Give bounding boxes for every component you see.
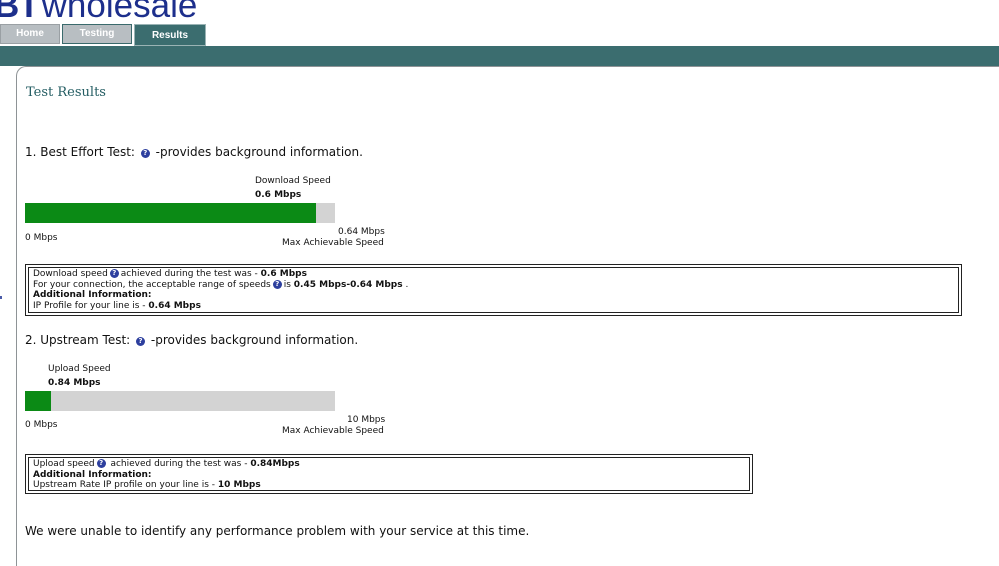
logo-wholesale: wholesale bbox=[41, 0, 198, 25]
tab-testing[interactable]: Testing bbox=[62, 24, 132, 44]
header-bar bbox=[0, 46, 999, 66]
download-info-line-1: Download speed? achieved during the test … bbox=[33, 269, 954, 280]
upload-min-label: 0 Mbps bbox=[25, 420, 58, 430]
download-max-caption: Max Achievable Speed bbox=[282, 238, 384, 248]
upload-info-line-1-mid: achieved during the test was - bbox=[107, 459, 251, 469]
upload-speed-gauge bbox=[25, 391, 335, 411]
download-info-line-3: Additional Information: bbox=[33, 290, 954, 301]
help-icon[interactable]: ? bbox=[272, 279, 282, 289]
upstream-help-text: -provides background information. bbox=[150, 333, 359, 347]
download-info-line-2-end: . bbox=[402, 279, 409, 290]
upload-info-content: Upload speed? achieved during the test w… bbox=[28, 457, 750, 491]
best-effort-heading: 1. Best Effort Test: ? -provides backgro… bbox=[25, 145, 363, 159]
download-speed-value: 0.6 Mbps bbox=[255, 190, 302, 200]
upload-speed-gauge-fill bbox=[25, 391, 51, 411]
best-effort-help-text: -provides background information. bbox=[155, 145, 363, 159]
download-info-line-4-prefix: IP Profile for your line is - bbox=[33, 300, 149, 311]
upload-speed-label: Upload Speed bbox=[48, 364, 111, 374]
logo-bt: BT bbox=[0, 0, 40, 25]
help-icon[interactable]: ? bbox=[140, 149, 150, 158]
best-effort-heading-text: 1. Best Effort Test: bbox=[25, 145, 135, 159]
download-info-line-1-mid: achieved during the test was - bbox=[120, 269, 261, 279]
tab-results[interactable]: Results bbox=[134, 24, 206, 46]
upstream-heading: 2. Upstream Test: ? -provides background… bbox=[25, 333, 358, 347]
upload-info-line-3-prefix: Upstream Rate IP profile on your line is… bbox=[33, 480, 218, 490]
download-max-value: 0.64 Mbps bbox=[338, 227, 385, 237]
bt-wholesale-logo: BTwholesale bbox=[0, 0, 197, 24]
ip-profile-value: 0.64 Mbps bbox=[148, 300, 201, 311]
help-icon[interactable]: ? bbox=[136, 337, 146, 346]
side-marker bbox=[0, 296, 2, 299]
upload-max-value: 10 Mbps bbox=[347, 415, 386, 425]
download-achieved-value: 0.6 Mbps bbox=[260, 269, 307, 279]
upload-info-line-2: Additional Information: bbox=[33, 470, 745, 481]
upload-speed-value: 0.84 Mbps bbox=[48, 378, 101, 388]
download-speed-gauge-fill bbox=[25, 203, 316, 223]
download-speed-label: Download Speed bbox=[255, 176, 331, 186]
download-info-content: Download speed? achieved during the test … bbox=[28, 267, 959, 313]
upstream-heading-text: 2. Upstream Test: bbox=[25, 333, 131, 347]
upload-info-line-1-prefix: Upload speed bbox=[33, 459, 95, 469]
upload-info-line-3: Upstream Rate IP profile on your line is… bbox=[33, 480, 745, 491]
upload-achieved-value: 0.84Mbps bbox=[250, 459, 300, 469]
download-info-line-2-prefix: For your connection, the acceptable rang… bbox=[33, 279, 271, 290]
upload-info-box: Upload speed? achieved during the test w… bbox=[25, 454, 753, 494]
download-info-line-1-prefix: Download speed bbox=[33, 269, 108, 279]
additional-info-heading: Additional Information: bbox=[33, 290, 152, 300]
acceptable-range-value: 0.45 Mbps-0.64 Mbps bbox=[293, 279, 403, 290]
download-info-line-4: IP Profile for your line is - 0.64 Mbps bbox=[33, 301, 954, 312]
help-icon[interactable]: ? bbox=[109, 269, 119, 278]
download-info-line-2-mid: is bbox=[283, 279, 294, 290]
upload-additional-info-heading: Additional Information: bbox=[33, 469, 152, 480]
download-info-box: Download speed? achieved during the test … bbox=[25, 264, 962, 316]
tab-home[interactable]: Home bbox=[0, 24, 60, 44]
page-title: Test Results bbox=[26, 85, 106, 100]
download-min-label: 0 Mbps bbox=[25, 233, 58, 243]
result-summary-message: We were unable to identify any performan… bbox=[25, 524, 530, 538]
upload-info-line-1: Upload speed? achieved during the test w… bbox=[33, 459, 745, 470]
upstream-ip-profile-value: 10 Mbps bbox=[217, 480, 261, 490]
upload-max-caption: Max Achievable Speed bbox=[282, 426, 384, 436]
download-speed-gauge bbox=[25, 203, 335, 223]
help-icon[interactable]: ? bbox=[96, 459, 106, 468]
download-info-line-2: For your connection, the acceptable rang… bbox=[33, 279, 954, 291]
